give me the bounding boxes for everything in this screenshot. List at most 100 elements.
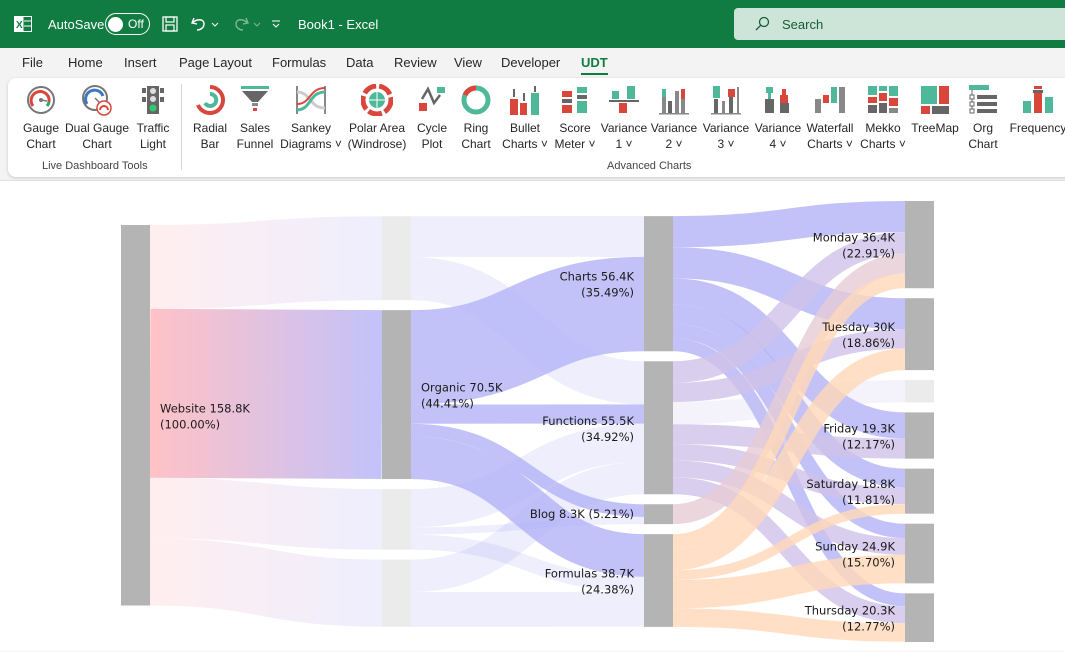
sankey-node-label: Monday 36.4K [813,231,896,245]
sankey-node-thursday[interactable] [905,593,934,642]
redo-icon[interactable] [232,0,262,48]
sankey-node-direct[interactable] [382,560,411,627]
sankey-node-percent: (24.38%) [581,583,634,597]
sankey-node-social[interactable] [382,489,411,550]
score-meter-button[interactable]: ScoreMeter ˅ [550,82,600,152]
sankey-chart[interactable]: Website 158.8K(100.00%)Organic 70.5K(44.… [0,181,1065,652]
sankey-node-monday[interactable] [905,201,934,288]
worksheet-canvas: Website 158.8K(100.00%)Organic 70.5K(44.… [0,180,1065,651]
tab-formulas[interactable]: Formulas [272,55,326,70]
tab-insert[interactable]: Insert [124,55,157,70]
ring-chart-button[interactable]: RingChart [456,82,496,152]
sales-funnel-button[interactable]: SalesFunnel [233,82,277,152]
autosave-toggle[interactable]: Off [105,13,150,35]
customize-qat-icon[interactable] [271,0,281,48]
excel-icon[interactable]: X [14,0,34,48]
sankey-node-label: Saturday 18.8K [806,477,895,491]
variance-4-icon [761,82,795,118]
sankey-node-website[interactable] [121,225,150,606]
sankey-link[interactable] [150,258,382,267]
sankey-node-blog[interactable] [644,504,673,524]
undo-icon[interactable] [190,0,220,48]
waterfall-charts-button[interactable]: WaterfallCharts ˅ [804,82,856,152]
title-bar: X AutoSave Off Book1 - Excel Search [0,0,1065,48]
button-label: Sales [237,120,274,136]
sankey-node-label: Functions 55.5K [542,414,634,428]
tab-page-layout[interactable]: Page Layout [179,55,252,70]
group-separator [181,84,182,170]
sankey-node-organic[interactable] [382,310,411,479]
button-label: Meter ˅ [554,136,595,152]
group-label-advanced-charts: Advanced Charts [607,160,691,172]
polar-area-button[interactable]: Polar Area(Windrose) [346,82,408,152]
sankey-link[interactable] [673,217,905,232]
tab-data[interactable]: Data [346,55,373,70]
search-placeholder: Search [782,17,823,32]
frequency-button[interactable]: Frequency [1008,82,1065,136]
button-label: Org [968,120,997,136]
button-label: Sankey [280,120,342,136]
bullet-chart-icon [508,82,542,118]
sankey-node-wednesday[interactable] [905,380,934,402]
tab-file[interactable]: File [22,55,43,70]
tab-home[interactable]: Home [68,55,103,70]
dual-gauge-chart-icon [80,82,114,118]
variance-3-icon [709,82,743,118]
mekko-charts-button[interactable]: MekkoCharts ˅ [858,82,908,152]
button-label: Mekko [860,120,906,136]
sankey-node-charts[interactable] [644,216,673,351]
tab-view[interactable]: View [454,55,482,70]
sankey-node-functions[interactable] [644,361,673,494]
radial-bar-button[interactable]: RadialBar [190,82,230,152]
search-input[interactable]: Search [734,8,1065,40]
tab-udt[interactable]: UDT [581,55,608,70]
sankey-link[interactable] [150,393,382,394]
ring-chart-icon [459,82,493,118]
sankey-diagrams-button[interactable]: SankeyDiagrams ˅ [280,82,342,152]
button-label: Variance [703,120,749,136]
sankey-link[interactable] [150,572,382,593]
tab-review[interactable]: Review [394,55,437,70]
button-label: Frequency [1010,120,1065,136]
variance-1-button[interactable]: Variance1 ˅ [600,82,648,152]
sankey-link[interactable] [411,304,644,357]
button-label: Variance [755,120,801,136]
button-label: Cycle [417,120,447,136]
mekko-chart-icon [866,82,900,118]
button-label: Charts ˅ [807,136,854,152]
group-label-live-dashboard: Live Dashboard Tools [42,160,148,172]
bullet-charts-button[interactable]: BulletCharts ˅ [500,82,550,152]
sankey-icon [294,82,328,118]
autosave-state: Off [128,17,144,31]
sankey-node-percent: (11.81%) [842,493,895,507]
variance-4-button[interactable]: Variance4 ˅ [754,82,802,152]
sankey-node-percent: (18.86%) [842,336,895,350]
tab-developer[interactable]: Developer [501,55,560,70]
sankey-node-label: Charts 56.4K [560,270,635,284]
variance-2-button[interactable]: Variance2 ˅ [650,82,698,152]
sankey-node-saturday[interactable] [905,469,934,514]
sankey-node-referral[interactable] [382,216,411,300]
treemap-button[interactable]: TreeMap [912,82,958,136]
traffic-light-button[interactable]: TrafficLight [130,82,176,152]
org-chart-button[interactable]: OrgChart [963,82,1003,152]
gauge-chart-button[interactable]: GaugeChart [16,82,66,152]
button-label: Chart [23,136,59,152]
sankey-node-friday[interactable] [905,412,934,458]
button-label: Dual Gauge [65,120,129,136]
button-label: (Windrose) [348,136,407,152]
button-label: Variance [601,120,647,136]
cycle-plot-button[interactable]: CyclePlot [412,82,452,152]
sankey-link[interactable] [150,508,382,519]
sankey-node-percent: (44.41%) [421,397,474,411]
sankey-node-tuesday[interactable] [905,298,934,370]
dual-gauge-chart-button[interactable]: Dual GaugeChart [66,82,128,152]
variance-3-button[interactable]: Variance3 ˅ [702,82,750,152]
sankey-node-percent: (100.00%) [160,417,220,431]
org-chart-icon [966,82,1000,118]
save-icon[interactable] [162,0,178,48]
sankey-node-label: Website 158.8K [160,401,250,415]
sankey-node-sunday[interactable] [905,524,934,584]
sankey-node-formulas[interactable] [644,534,673,627]
sankey-node-percent: (22.91%) [842,247,895,261]
